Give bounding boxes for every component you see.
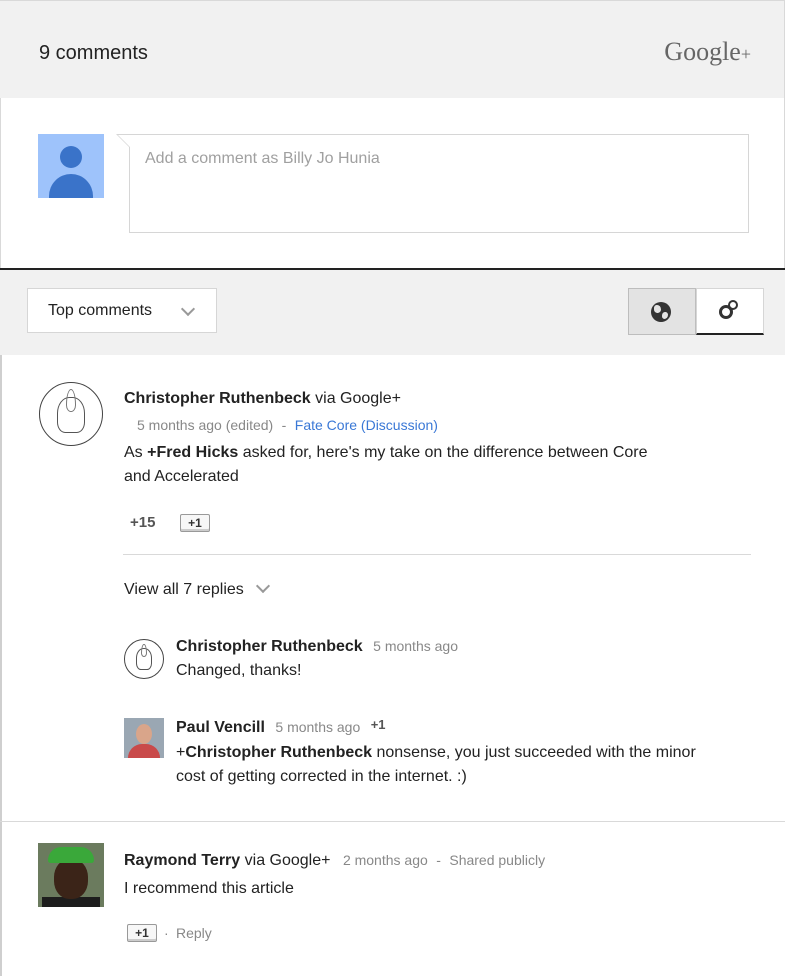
globe-land	[654, 305, 661, 313]
flame-icon	[66, 389, 76, 412]
community-link[interactable]: Fate Core (Discussion)	[295, 417, 438, 433]
circles-icon-small	[728, 300, 738, 310]
reply-author-avatar[interactable]	[124, 718, 164, 758]
avatar-cap	[48, 847, 94, 863]
comment-box-pointer-fill	[118, 135, 130, 147]
reply-body: Changed, thanks!	[176, 662, 302, 679]
comment-input-placeholder: Add a comment as Billy Jo Hunia	[145, 150, 380, 167]
author-avatar[interactable]	[39, 382, 103, 446]
plus-one-button[interactable]: +1	[127, 924, 157, 942]
plus-one-label: +1	[180, 514, 210, 532]
reply-separator: ·	[164, 925, 169, 941]
plus-one-button[interactable]: +1	[180, 514, 210, 532]
circles-filter-button[interactable]	[696, 288, 764, 335]
comment-author[interactable]: Raymond Terry	[124, 852, 240, 869]
globe-icon	[651, 302, 671, 322]
current-user-avatar	[38, 134, 104, 198]
google-plus-logo-text: Google	[664, 37, 741, 66]
comment-via: via Google+	[244, 852, 331, 869]
comment-separator	[0, 821, 785, 822]
avatar-body	[49, 174, 93, 198]
view-replies-label: View all 7 replies	[124, 581, 244, 598]
flame-icon	[140, 643, 148, 658]
avatar-face	[54, 859, 88, 899]
reply-body: +Christopher Ruthenbeck nonsense, you ju…	[176, 741, 766, 789]
reply-author-line: Paul Vencill 5 months ago +1	[176, 717, 386, 737]
google-plus-logo-plus: +	[740, 44, 751, 64]
visibility-label: Shared publicly	[449, 852, 546, 868]
comment-body-pre: As	[124, 444, 148, 461]
comment-body: I recommend this article	[124, 880, 294, 897]
reply-timestamp[interactable]: 5 months ago	[275, 719, 360, 735]
comment-timestamp[interactable]: 2 months ago	[343, 852, 428, 868]
mention-link[interactable]: Christopher Ruthenbeck	[185, 744, 372, 761]
meta-separator: -	[436, 852, 441, 868]
chevron-down-icon	[256, 578, 271, 594]
plus-count: +15	[130, 514, 156, 531]
plus-one-label: +1	[127, 924, 157, 942]
comment-body-line2: and Accelerated	[124, 468, 239, 485]
mention-link[interactable]: +Fred Hicks	[147, 444, 238, 461]
meta-separator: -	[281, 417, 287, 433]
comment-separator	[123, 554, 751, 555]
comment-author-line: Raymond Terry via Google+ 2 months ago -…	[124, 852, 545, 870]
comment-input[interactable]: Add a comment as Billy Jo Hunia	[129, 134, 749, 233]
author-avatar[interactable]	[38, 843, 104, 907]
reply-author[interactable]: Christopher Ruthenbeck	[176, 638, 363, 655]
google-plus-logo[interactable]: Google+	[664, 37, 751, 67]
avatar-head	[60, 146, 82, 168]
comment-body: As +Fred Hicks asked for, here's my take…	[124, 441, 734, 489]
reply-body-line2: cost of getting corrected in the interne…	[176, 768, 467, 785]
globe-land	[662, 312, 668, 319]
comment-body-line1: asked for, here's my take on the differe…	[238, 444, 648, 461]
reply-plus-count: +1	[370, 717, 386, 732]
reply-body-pre: +	[176, 744, 186, 761]
avatar-face	[136, 724, 152, 744]
sort-dropdown-label: Top comments	[48, 302, 153, 319]
avatar-shirt	[128, 744, 160, 758]
comment-author-line: Christopher Ruthenbeck via Google+	[124, 390, 401, 408]
comment-author[interactable]: Christopher Ruthenbeck	[124, 390, 311, 407]
comment-meta-line: 5 months ago (edited) - Fate Core (Discu…	[137, 417, 438, 435]
sort-dropdown[interactable]: Top comments	[27, 288, 217, 333]
reply-link[interactable]: Reply	[176, 925, 212, 941]
comment-timestamp[interactable]: 5 months ago (edited)	[137, 417, 273, 433]
view-replies-toggle[interactable]: View all 7 replies	[124, 578, 271, 599]
comment-via: via Google+	[315, 390, 401, 407]
chevron-down-icon	[180, 301, 196, 317]
reply-author[interactable]: Paul Vencill	[176, 719, 265, 736]
reply-timestamp[interactable]: 5 months ago	[373, 638, 458, 654]
public-filter-button[interactable]	[628, 288, 696, 335]
reply-body-line1: nonsense, you just succeeded with the mi…	[372, 744, 696, 761]
comment-count: 9 comments	[39, 42, 148, 64]
comments-header: 9 comments Google+	[0, 0, 785, 98]
reply-author-avatar[interactable]	[124, 639, 164, 679]
reply-author-line: Christopher Ruthenbeck 5 months ago	[176, 638, 458, 656]
